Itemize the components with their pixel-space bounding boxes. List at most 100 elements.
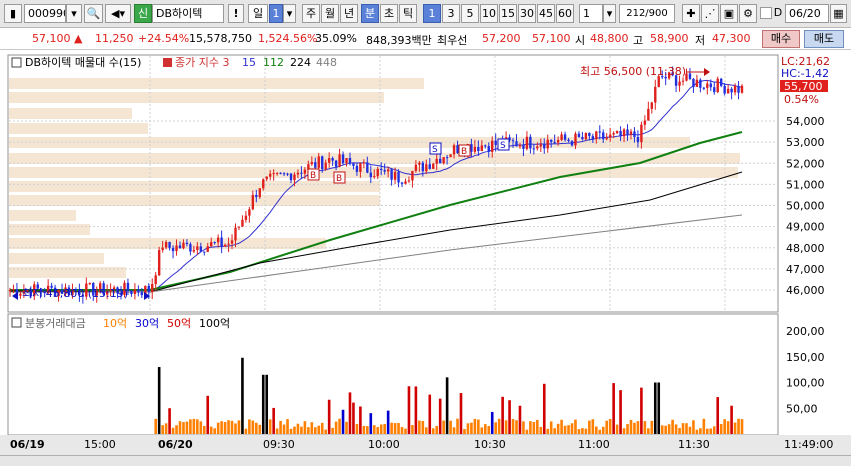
candle-body [438, 158, 442, 164]
candle-body [706, 83, 709, 88]
time-axis-label: 09:30 [263, 438, 295, 451]
crosshair-icon[interactable]: ✚ [682, 4, 700, 23]
save-icon[interactable]: ▣ [720, 4, 738, 23]
minute-45-button[interactable]: 45 [537, 4, 555, 23]
period-tick-button[interactable]: 틱 [399, 4, 417, 23]
candle-body [171, 247, 175, 252]
volume-bar [477, 419, 480, 434]
volume-bar [577, 429, 581, 434]
candle-body [359, 162, 362, 172]
volume-bar [182, 422, 185, 434]
period-month-button[interactable]: 월 [321, 4, 339, 23]
signal-label: B [336, 174, 342, 184]
signal-label: S [500, 141, 506, 151]
volume-bar [300, 426, 303, 434]
volume-bar [334, 421, 338, 434]
search-icon[interactable]: 🔍 [84, 4, 103, 23]
volume-bar [185, 421, 189, 434]
price-axis-label: 48,000 [786, 242, 825, 255]
volume-profile-bar [9, 153, 740, 164]
period-second-button[interactable]: 초 [380, 4, 398, 23]
low-annotation: 최저 45,800 (15:19) [22, 287, 128, 300]
candle-body [595, 131, 598, 140]
chart-area[interactable]: B B B S S DB하이텍 매물대 수(15) 종가 지수 3 15 112 224… [0, 50, 851, 465]
alert-button[interactable]: ! [228, 4, 244, 23]
candle-body [615, 130, 619, 134]
price-change-pct: +24.54% [138, 32, 190, 45]
stock-name-field[interactable]: DB하이텍 [152, 4, 224, 23]
period-num-field[interactable]: 1 [269, 4, 283, 23]
period-minute-button[interactable]: 분 [361, 4, 379, 23]
period-week-button[interactable]: 주 [302, 4, 320, 23]
time-axis-bg [0, 435, 851, 455]
volume-bar [331, 427, 334, 434]
buy-button[interactable]: 매수 [762, 30, 800, 48]
chart-svg[interactable]: B B B S S DB하이텍 매물대 수(15) 종가 지수 3 15 112 224… [0, 50, 851, 465]
volume-bar [664, 425, 667, 434]
period-num-chevron-icon[interactable]: ▾ [283, 4, 296, 23]
minute-10-button[interactable]: 10 [480, 4, 498, 23]
candle-body [494, 140, 497, 145]
volume-bar [730, 405, 733, 434]
candle-body [147, 285, 150, 293]
volume-bar [376, 427, 380, 434]
speaker-icon[interactable]: ◀▾ [105, 4, 131, 23]
chart-type-icon[interactable]: ▮ [4, 4, 22, 23]
candle-body [553, 141, 556, 143]
calendar-icon[interactable]: ▦ [830, 4, 847, 23]
candle-body [286, 173, 289, 175]
minute-1-button[interactable]: 1 [423, 4, 441, 23]
volume-bar [504, 420, 508, 434]
volume-bar [317, 425, 321, 434]
volume-bar [230, 420, 234, 434]
minute-5-button[interactable]: 5 [461, 4, 479, 23]
candle-body [716, 78, 719, 93]
volume-bar [674, 424, 678, 434]
volume-bar [487, 426, 491, 434]
volume-bar [643, 421, 647, 434]
scroll-bar[interactable] [0, 455, 851, 466]
sell-button[interactable]: 매도 [804, 30, 844, 48]
period-year-button[interactable]: 년 [340, 4, 358, 23]
minute-3-button[interactable]: 3 [442, 4, 460, 23]
interval-input[interactable]: 1 [579, 4, 603, 23]
candle-body [539, 144, 542, 147]
interval-chevron-icon[interactable]: ▾ [603, 4, 616, 23]
candle-body [605, 137, 608, 140]
zigzag-icon[interactable]: ⋰ [701, 4, 719, 23]
settings-gear-icon[interactable]: ⚙ [739, 4, 757, 23]
candle-body [709, 83, 712, 88]
volume-bar [338, 418, 341, 434]
stock-code-input[interactable]: 000990 [24, 4, 66, 23]
date-checkbox[interactable] [760, 7, 772, 19]
volume-bar [702, 418, 706, 434]
date-input[interactable]: 06/20 [785, 4, 829, 23]
volume-bar [272, 407, 275, 434]
time-axis-label: 10:00 [368, 438, 400, 451]
volume-bar [636, 421, 640, 434]
volume-bar [584, 428, 588, 434]
candle-body [185, 242, 189, 245]
volume-bar [206, 395, 210, 434]
code-dropdown-chevron-icon[interactable]: ▾ [66, 4, 82, 23]
candle-body [164, 241, 168, 248]
period-day-button[interactable]: 일 [248, 4, 268, 23]
candle-body [643, 120, 647, 125]
candle-body [216, 237, 220, 243]
candle-body [227, 243, 230, 245]
minute-30-button[interactable]: 30 [518, 4, 536, 23]
volume-profile-bar [9, 92, 384, 103]
volume-bar [348, 392, 352, 434]
data-count-field[interactable]: 212/900 [619, 4, 675, 23]
candle-body [602, 132, 605, 140]
volume-bar [494, 422, 497, 434]
candle-body [598, 131, 601, 133]
volume-bar [706, 428, 709, 434]
volume-bar [324, 429, 327, 434]
volume-bar [608, 418, 612, 434]
minute-15-button[interactable]: 15 [499, 4, 517, 23]
volume-bar [709, 428, 713, 434]
volume-bar [397, 422, 400, 434]
candle-body [522, 144, 525, 149]
minute-60-button[interactable]: 60 [556, 4, 574, 23]
